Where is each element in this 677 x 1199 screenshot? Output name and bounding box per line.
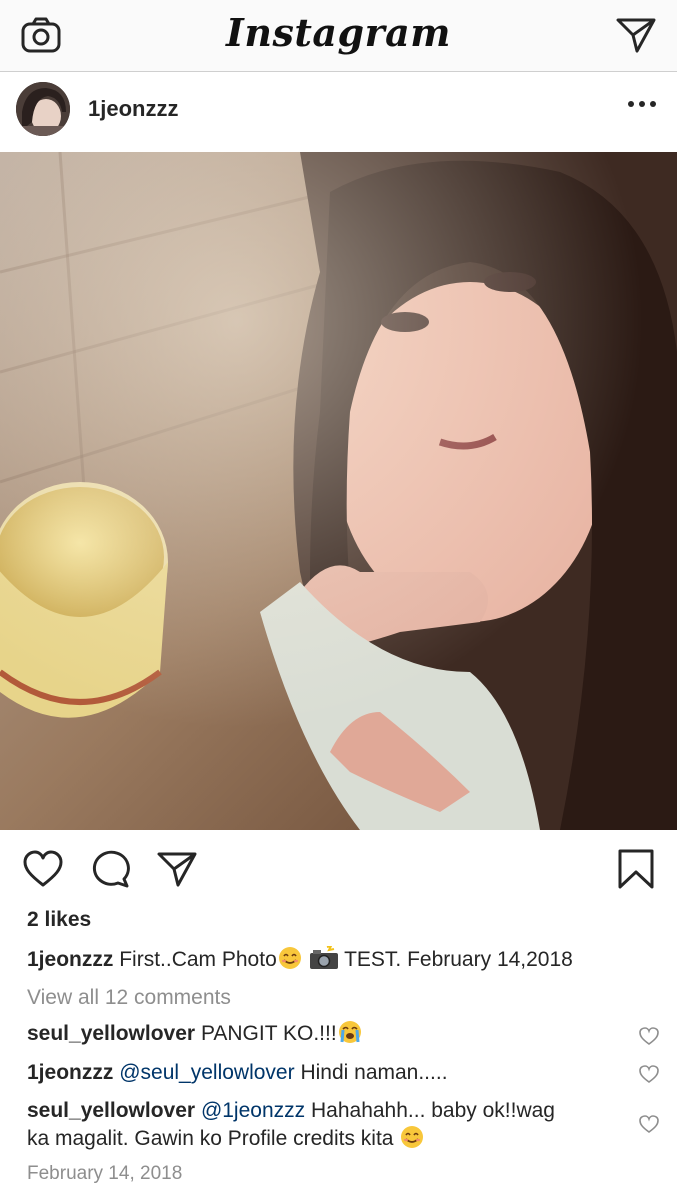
instagram-logo: Instagram xyxy=(226,10,451,55)
post-username[interactable]: 1jeonzzz xyxy=(88,96,178,122)
heart-icon[interactable] xyxy=(22,850,64,888)
post-date: February 14, 2018 xyxy=(27,1163,183,1184)
post-actions xyxy=(0,838,677,902)
comment-mention[interactable]: @seul_yellowlover xyxy=(119,1061,294,1084)
comment-mention[interactable]: @1jeonzzz xyxy=(201,1099,305,1122)
comment-username[interactable]: 1jeonzzz xyxy=(27,1061,113,1084)
view-all-comments-link[interactable]: View all 12 comments xyxy=(27,984,627,1012)
comment-text-line2: ka magalit. Gawin ko Profile credits kit… xyxy=(27,1127,394,1150)
loudly-crying-face-emoji-icon xyxy=(338,1021,361,1043)
smiling-face-emoji-icon xyxy=(401,1126,424,1148)
caption-text-a: First..Cam Photo xyxy=(119,948,277,971)
comment: seul_yellowlover @1jeonzzz Hahahahh... b… xyxy=(27,1097,627,1125)
caption-text-b: TEST. February 14,2018 xyxy=(344,948,573,971)
comment-text: Hindi naman..... xyxy=(300,1061,448,1084)
comment: seul_yellowlover PANGIT KO.!!! xyxy=(27,1020,627,1048)
ellipsis-icon[interactable] xyxy=(625,94,661,114)
caption-username[interactable]: 1jeonzzz xyxy=(27,948,113,971)
post-photo[interactable] xyxy=(0,152,677,830)
comment: 1jeonzzz @seul_yellowlover Hindi naman..… xyxy=(27,1059,627,1087)
comment-username[interactable]: seul_yellowlover xyxy=(27,1099,195,1122)
comment-continued: ka magalit. Gawin ko Profile credits kit… xyxy=(27,1125,627,1153)
comment-like-heart-icon[interactable] xyxy=(638,1064,660,1084)
paper-plane-icon[interactable] xyxy=(615,16,657,54)
comment-username[interactable]: seul_yellowlover xyxy=(27,1022,195,1045)
top-navigation-bar: Instagram xyxy=(0,0,677,72)
comment-text: PANGIT KO.!!! xyxy=(200,1022,337,1045)
comment-like-heart-icon[interactable] xyxy=(638,1026,660,1046)
likes-count[interactable]: 2 likes xyxy=(27,908,91,932)
comment-icon[interactable] xyxy=(90,850,130,888)
comment-text: Hahahahh... baby ok!!wag xyxy=(310,1099,555,1122)
post-caption: 1jeonzzz First..Cam Photo TEST. February… xyxy=(27,946,627,974)
smiling-face-emoji-icon xyxy=(278,947,301,969)
post-header: 1jeonzzz xyxy=(0,72,677,152)
avatar[interactable] xyxy=(16,82,70,136)
comment-like-heart-icon[interactable] xyxy=(638,1114,660,1134)
bookmark-icon[interactable] xyxy=(616,848,656,890)
camera-with-flash-emoji-icon xyxy=(309,946,338,969)
share-icon[interactable] xyxy=(156,850,198,888)
